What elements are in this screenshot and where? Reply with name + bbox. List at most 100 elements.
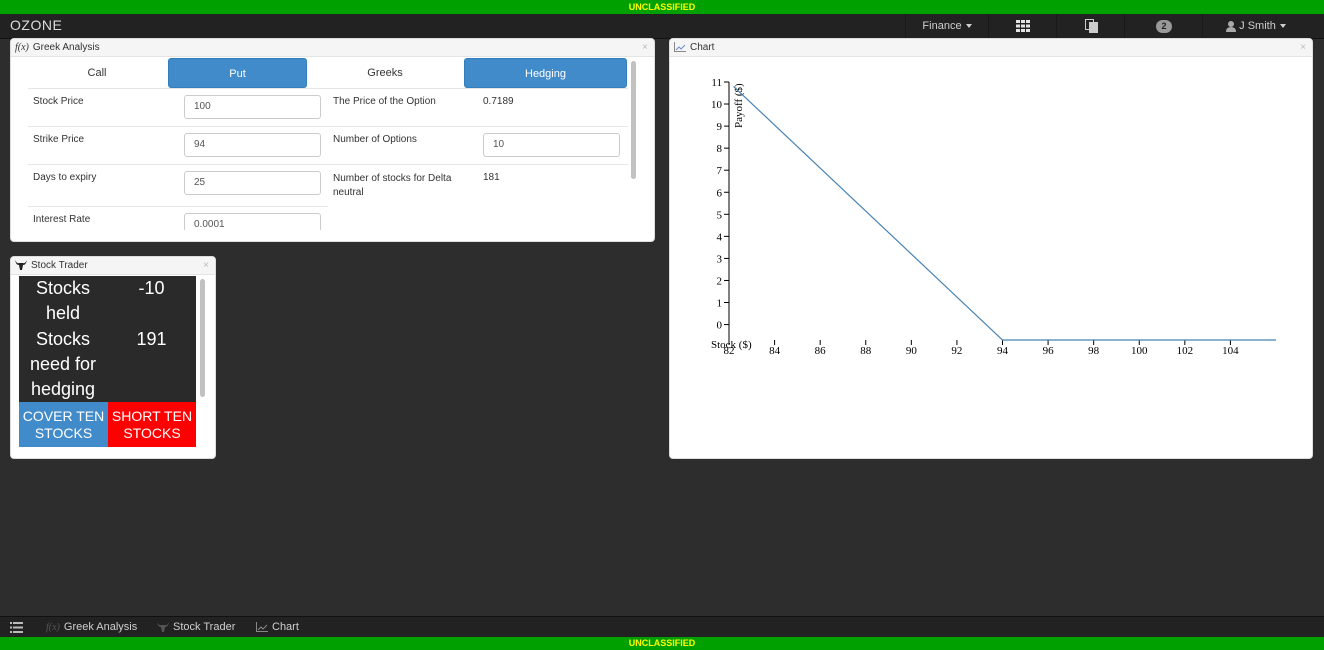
stocks-need-label: Stocks need for hedging bbox=[19, 327, 107, 402]
num-options-input[interactable]: 10 bbox=[483, 133, 620, 157]
x-axis-title: Stock ($) bbox=[711, 339, 752, 351]
top-navbar: OZONE Finance 2 J Smith bbox=[0, 14, 1324, 39]
stocks-held-value: -10 bbox=[138, 278, 165, 298]
tab-call[interactable]: Call bbox=[28, 58, 166, 88]
taskbar-label: Stock Trader bbox=[173, 621, 236, 633]
tab-put[interactable]: Put bbox=[168, 58, 307, 88]
payoff-line bbox=[733, 85, 1276, 341]
taskbar-label: Greek Analysis bbox=[63, 621, 138, 633]
y-tick-label: 4 bbox=[717, 231, 723, 243]
stocks-held-label-line1: Stocks bbox=[35, 278, 91, 298]
tab-greeks[interactable]: Greeks bbox=[309, 58, 461, 88]
tab-hedging[interactable]: Hedging bbox=[464, 58, 627, 88]
line-chart-icon bbox=[256, 622, 268, 633]
chart-panel: Chart × 0 1 2 3 4 5 6 7 8 9 10 11 82 84 86 88 90 92 94 96 98… bbox=[669, 38, 1313, 459]
cover-ten-stocks-button[interactable]: COVER TEN STOCKS bbox=[19, 402, 108, 447]
delta-neutral-label-line2: neutral bbox=[333, 187, 364, 198]
cover-button-line1: COVER TEN bbox=[22, 408, 105, 424]
stock-price-input[interactable]: 100 bbox=[184, 95, 321, 119]
pages-button[interactable] bbox=[1056, 14, 1125, 38]
divider bbox=[28, 164, 628, 165]
panel-title: Greek Analysis bbox=[32, 42, 100, 54]
brand-logo[interactable]: OZONE bbox=[10, 17, 62, 33]
function-icon: f(x) bbox=[15, 42, 29, 53]
finance-menu[interactable]: Finance bbox=[905, 14, 988, 38]
function-icon: f(x) bbox=[46, 622, 60, 633]
user-icon bbox=[1226, 20, 1237, 32]
delta-neutral-label: Number of stocks for Delta neutral bbox=[333, 172, 451, 200]
x-tick-label: 102 bbox=[1177, 345, 1194, 357]
strike-price-input[interactable]: 94 bbox=[184, 133, 321, 157]
close-icon[interactable]: × bbox=[1300, 39, 1306, 56]
x-tick-label: 98 bbox=[1088, 345, 1100, 357]
interest-rate-label: Interest Rate bbox=[33, 214, 91, 225]
scrollbar[interactable] bbox=[200, 279, 205, 397]
num-options-label: Number of Options bbox=[333, 134, 417, 145]
stock-price-label: Stock Price bbox=[33, 96, 84, 107]
stocks-need-label-line1: Stocks bbox=[35, 329, 91, 349]
divider bbox=[28, 126, 628, 127]
days-to-expiry-label: Days to expiry bbox=[33, 172, 97, 183]
cover-button-line2: STOCKS bbox=[34, 425, 93, 441]
x-tick-label: 96 bbox=[1043, 345, 1055, 357]
scrollbar[interactable] bbox=[631, 61, 636, 179]
taskbar: f(x) Greek Analysis Stock Trader Chart bbox=[0, 616, 1324, 638]
stock-trader-panel: Stock Trader × Stocks held -10 Stocks ne… bbox=[10, 256, 216, 459]
chevron-down-icon bbox=[965, 24, 972, 29]
y-tick-label: 1 bbox=[717, 298, 723, 310]
x-tick-label: 90 bbox=[906, 345, 918, 357]
greek-analysis-header[interactable]: f(x) Greek Analysis × bbox=[11, 39, 654, 57]
user-name: J Smith bbox=[1239, 20, 1276, 32]
y-tick-label: 0 bbox=[717, 320, 723, 332]
payoff-chart: 0123456789101182 84 86 88 90 92 94 96 98 100 102 10… bbox=[711, 77, 1276, 357]
y-axis-title: Payoff ($) bbox=[733, 83, 745, 128]
chart-header[interactable]: Chart × bbox=[670, 39, 1312, 57]
y-tick-label: 6 bbox=[717, 187, 723, 199]
y-tick-label: 7 bbox=[717, 165, 723, 177]
close-icon[interactable]: × bbox=[642, 39, 648, 56]
panel-title: Chart bbox=[690, 42, 715, 53]
divider bbox=[28, 206, 328, 207]
stock-trader-header[interactable]: Stock Trader × bbox=[11, 257, 215, 275]
user-menu[interactable]: J Smith bbox=[1202, 14, 1309, 38]
apps-button[interactable] bbox=[988, 14, 1057, 38]
grid-icon bbox=[1016, 20, 1030, 33]
y-tick-label: 10 bbox=[711, 99, 723, 111]
short-button-line2: STOCKS bbox=[123, 425, 181, 441]
divider bbox=[28, 88, 628, 89]
stocks-need-label-line3: hedging bbox=[30, 379, 96, 399]
x-tick-label: 92 bbox=[951, 345, 962, 357]
short-button-line1: SHORT TEN bbox=[111, 408, 193, 424]
y-tick-label: 3 bbox=[717, 253, 723, 265]
trader-display: Stocks held -10 Stocks need for hedging … bbox=[19, 276, 196, 402]
interest-rate-input[interactable]: 0.0001 bbox=[184, 213, 321, 230]
greek-analysis-panel: f(x) Greek Analysis × Call Put Greeks Hed… bbox=[10, 38, 655, 242]
taskbar-item-chart[interactable]: Chart bbox=[256, 617, 299, 638]
bull-icon bbox=[157, 622, 169, 633]
x-tick-label: 84 bbox=[769, 345, 781, 357]
taskbar-item-stock-trader[interactable]: Stock Trader bbox=[157, 617, 235, 638]
classification-banner-top: UNCLASSIFIED bbox=[0, 0, 1324, 14]
option-price-label: The Price of the Option bbox=[333, 96, 436, 107]
stocks-held-label: Stocks held bbox=[19, 276, 107, 326]
stocks-need-value: 191 bbox=[136, 329, 167, 349]
pages-icon bbox=[1084, 19, 1098, 34]
x-tick-label: 94 bbox=[997, 345, 1009, 357]
x-tick-label: 86 bbox=[815, 345, 827, 357]
option-price-value: 0.7189 bbox=[483, 96, 514, 107]
taskbar-label: Chart bbox=[272, 621, 299, 633]
y-tick-label: 2 bbox=[717, 275, 723, 287]
taskbar-menu-button[interactable] bbox=[10, 617, 27, 638]
x-tick-label: 100 bbox=[1131, 345, 1148, 357]
list-icon bbox=[10, 621, 23, 633]
y-tick-label: 11 bbox=[711, 77, 722, 89]
y-tick-label: 9 bbox=[717, 121, 723, 133]
days-to-expiry-input[interactable]: 25 bbox=[184, 171, 321, 195]
x-tick-label: 88 bbox=[860, 345, 872, 357]
notifications-button[interactable]: 2 bbox=[1124, 14, 1203, 38]
finance-menu-label: Finance bbox=[922, 20, 962, 32]
short-ten-stocks-button[interactable]: SHORT TEN STOCKS bbox=[108, 402, 196, 447]
close-icon[interactable]: × bbox=[203, 257, 209, 274]
delta-neutral-value: 181 bbox=[483, 172, 500, 183]
taskbar-item-greek-analysis[interactable]: f(x) Greek Analysis bbox=[46, 617, 137, 638]
